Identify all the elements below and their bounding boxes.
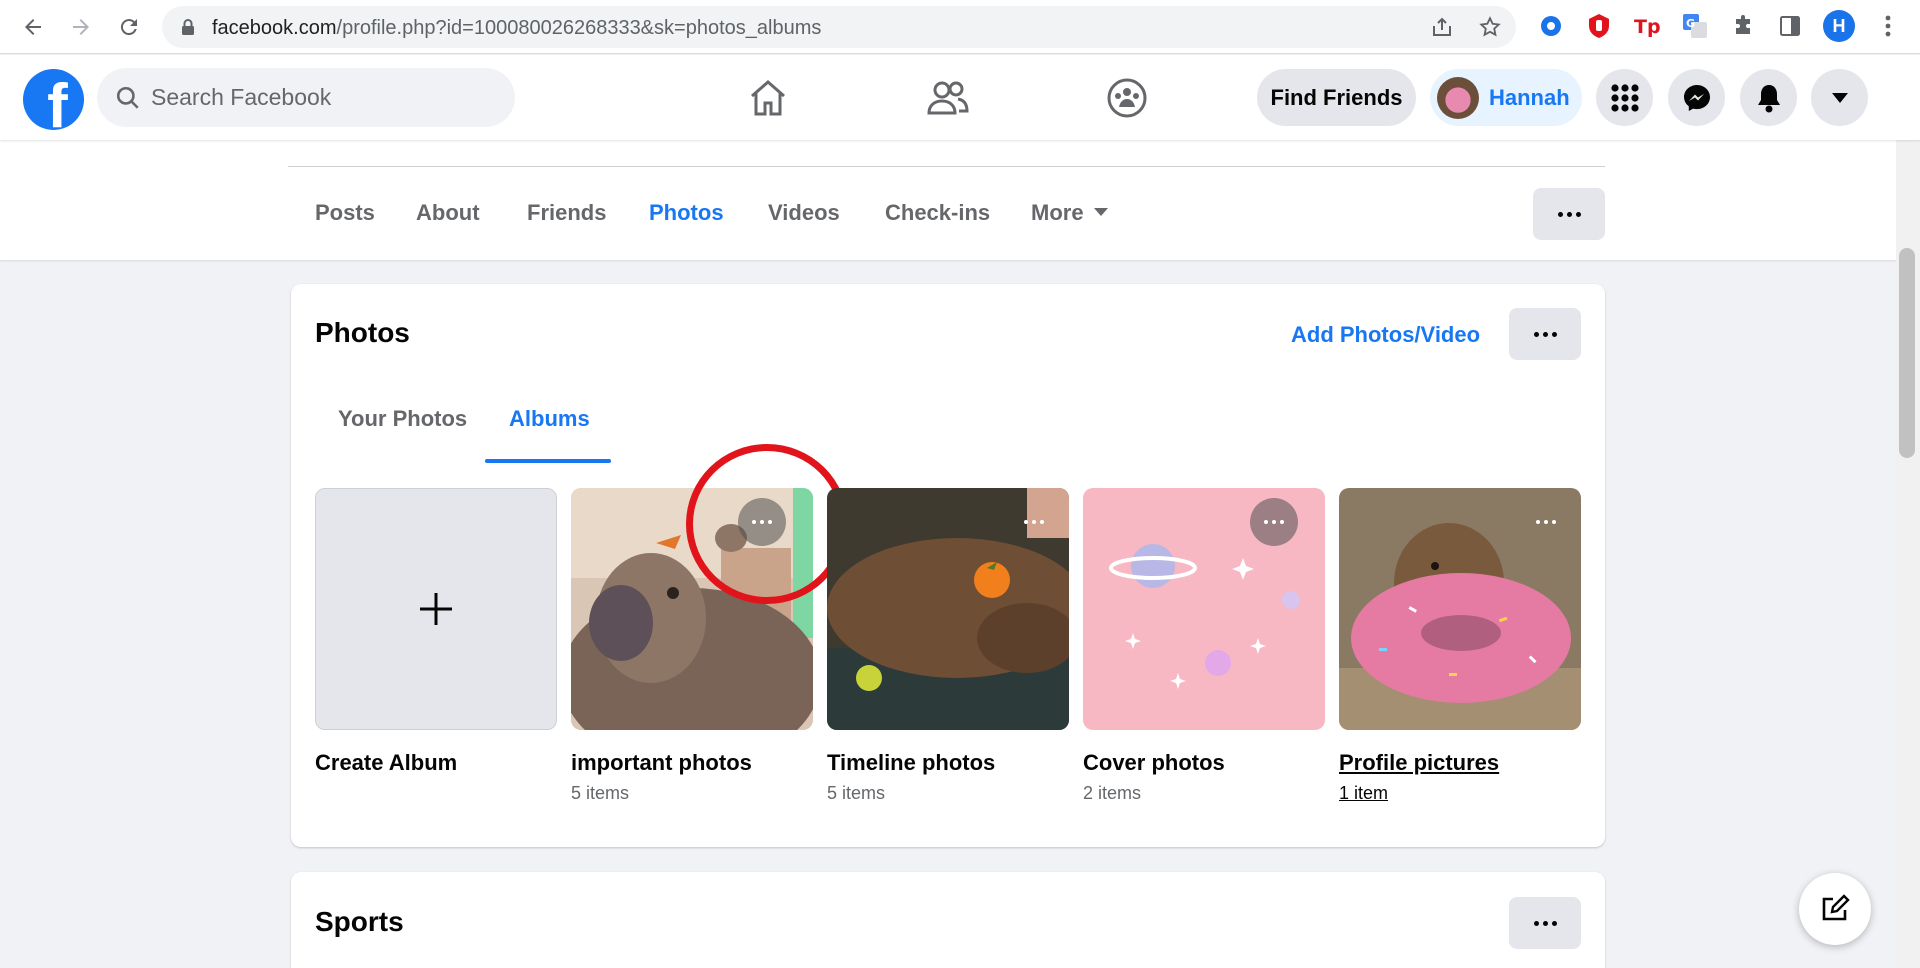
album-item-count: 5 items: [827, 783, 886, 803]
tab-about[interactable]: About: [416, 200, 480, 226]
add-photos-video-link[interactable]: Add Photos/Video: [1291, 322, 1480, 348]
home-icon[interactable]: [741, 73, 795, 123]
tab-more-label: More: [1031, 200, 1084, 225]
tab-check-ins[interactable]: Check-ins: [885, 200, 990, 226]
search-input[interactable]: [151, 84, 491, 111]
more-dots-icon: [1557, 211, 1581, 217]
new-message-compose-button[interactable]: [1799, 873, 1871, 945]
tab-friends[interactable]: Friends: [527, 200, 606, 226]
page-scrollbar-track[interactable]: [1896, 56, 1920, 968]
plus-icon: [420, 593, 452, 625]
facebook-logo[interactable]: f: [23, 69, 84, 130]
forward-arrow-icon[interactable]: [64, 10, 98, 44]
search-icon: [116, 86, 139, 109]
messenger-icon[interactable]: [1668, 69, 1725, 126]
album-options-button[interactable]: [1250, 498, 1298, 546]
album-title[interactable]: Profile pictures: [1339, 750, 1499, 776]
translate-icon[interactable]: G: [1681, 12, 1709, 40]
profile-chip[interactable]: Hannah: [1430, 69, 1582, 126]
svg-text:Tp: Tp: [1634, 16, 1660, 38]
more-dots-icon: [1024, 520, 1044, 524]
reload-icon[interactable]: [112, 10, 146, 44]
facebook-search[interactable]: [97, 68, 515, 127]
profile-name: Hannah: [1489, 84, 1570, 110]
active-subtab-indicator: [485, 459, 611, 463]
facebook-header: f Find Friends Hannah: [0, 55, 1920, 140]
lock-icon: [180, 18, 196, 41]
url-text: facebook.com/profile.php?id=100080026268…: [212, 17, 822, 39]
side-panel-icon[interactable]: [1776, 12, 1804, 40]
address-bar[interactable]: facebook.com/profile.php?id=100080026268…: [162, 6, 1516, 48]
photos-section-title: Photos: [315, 317, 410, 348]
page-scrollbar-thumb[interactable]: [1899, 248, 1915, 458]
tab-photos[interactable]: Photos: [649, 200, 724, 226]
album-item-count[interactable]: 1 item: [1339, 783, 1388, 804]
more-dots-icon: [1264, 520, 1284, 524]
album-item-count: 2 items: [1083, 783, 1142, 803]
highlight-circle-annotation: [686, 444, 848, 604]
profile-more-options-button[interactable]: [1533, 188, 1605, 240]
sports-more-options-button[interactable]: [1509, 897, 1581, 949]
subtab-your-photos[interactable]: Your Photos: [338, 406, 467, 432]
album-title[interactable]: Cover photos: [1083, 750, 1225, 776]
back-arrow-icon[interactable]: [16, 10, 50, 44]
extension-tp-icon[interactable]: Tp: [1633, 12, 1661, 40]
avatar: [1437, 76, 1479, 119]
album-title[interactable]: Create Album: [315, 750, 457, 776]
menu-grid-icon[interactable]: [1596, 69, 1653, 126]
tab-more[interactable]: More: [1031, 200, 1108, 226]
account-chevron-down-icon[interactable]: [1811, 69, 1868, 126]
notifications-bell-icon[interactable]: [1740, 69, 1797, 126]
more-dots-icon: [1533, 920, 1557, 926]
album-thumbnail-cover-photos[interactable]: [1083, 488, 1325, 730]
groups-nav-icon[interactable]: [1100, 73, 1154, 123]
album-item-count: 5 items: [571, 783, 630, 803]
sports-card: [291, 872, 1605, 968]
share-icon[interactable]: [1430, 15, 1454, 39]
album-options-button[interactable]: [1010, 498, 1058, 546]
tab-posts[interactable]: Posts: [315, 200, 375, 226]
find-friends-button[interactable]: Find Friends: [1257, 69, 1416, 126]
browser-menu-kebab-icon[interactable]: [1874, 12, 1902, 40]
create-album-tile[interactable]: [315, 488, 557, 730]
compose-edit-icon: [1822, 894, 1850, 921]
divider: [288, 166, 1605, 167]
tab-videos[interactable]: Videos: [768, 200, 840, 226]
svg-text:G: G: [1686, 17, 1695, 30]
album-title[interactable]: Timeline photos: [827, 750, 995, 776]
caret-down-icon: [1093, 208, 1108, 217]
sports-section-title: Sports: [315, 906, 404, 937]
browser-profile-avatar[interactable]: H: [1823, 10, 1855, 42]
photos-more-options-button[interactable]: [1509, 308, 1581, 360]
extensions-puzzle-icon[interactable]: [1729, 12, 1757, 40]
browser-toolbar: facebook.com/profile.php?id=100080026268…: [0, 0, 1920, 54]
album-title[interactable]: important photos: [571, 750, 752, 776]
more-dots-icon: [1536, 520, 1556, 524]
friends-nav-icon[interactable]: [921, 73, 975, 123]
album-thumbnail-timeline-photos[interactable]: [827, 488, 1069, 730]
more-dots-icon: [1533, 331, 1557, 337]
album-thumbnail-profile-pictures[interactable]: [1339, 488, 1581, 730]
extension-blue-icon[interactable]: [1537, 12, 1565, 40]
album-options-button[interactable]: [1522, 498, 1570, 546]
extension-red-icon[interactable]: [1585, 12, 1613, 40]
bookmark-star-icon[interactable]: [1478, 15, 1502, 39]
subtab-albums[interactable]: Albums: [509, 406, 590, 432]
